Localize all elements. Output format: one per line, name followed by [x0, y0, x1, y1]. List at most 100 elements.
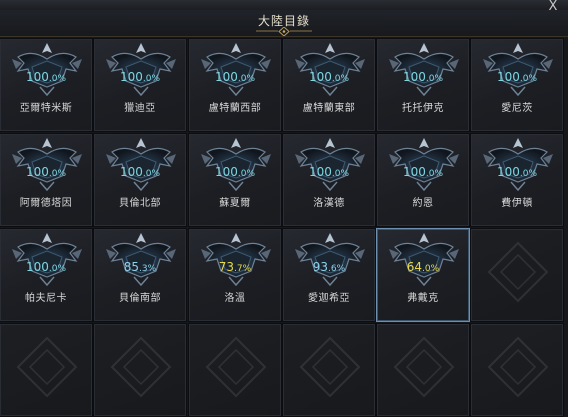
completion-percent: 100.0%: [189, 70, 281, 86]
region-card[interactable]: 93.6% 愛迦希亞: [282, 228, 376, 322]
region-name: 洛漢德: [313, 198, 345, 209]
completion-percent: 85.3%: [94, 260, 186, 276]
region-emblem-icon: [106, 43, 176, 97]
empty-region-slot: [376, 323, 470, 417]
completion-percent-int: 100: [402, 165, 426, 179]
region-card[interactable]: 100.0% 貝倫北部: [93, 133, 187, 227]
locked-emblem-icon: [487, 336, 549, 398]
region-card[interactable]: 100.0% 亞爾特米斯: [0, 38, 93, 132]
region-name: 費伊頓: [501, 198, 533, 209]
region-grid: 100.0% 亞爾特米斯 100.0% 獵迪亞 100.0% 盧特蘭西部 100.0%…: [0, 38, 568, 417]
completion-percent-decimal: .0%: [237, 169, 256, 179]
region-card[interactable]: 85.3% 貝倫南部: [93, 228, 187, 322]
region-name: 盧特蘭西部: [208, 103, 262, 114]
region-card[interactable]: 100.0% 愛尼茨: [470, 38, 564, 132]
region-emblem-icon: [295, 138, 365, 192]
completion-percent-decimal: .0%: [331, 74, 350, 84]
completion-percent-decimal: .0%: [48, 264, 67, 274]
region-card[interactable]: 100.0% 獵迪亞: [93, 38, 187, 132]
region-emblem-icon: [483, 138, 553, 192]
completion-percent-int: 100: [119, 165, 143, 179]
empty-region-slot: [470, 323, 564, 417]
region-emblem-icon: [201, 138, 271, 192]
completion-percent-decimal: .0%: [48, 74, 67, 84]
region-name: 貝倫南部: [119, 293, 161, 304]
region-card[interactable]: 73.7% 洛溫: [188, 228, 282, 322]
locked-emblem-icon: [487, 241, 549, 303]
completion-percent-int: 100: [119, 70, 143, 84]
region-emblem-icon: [201, 233, 271, 287]
completion-percent: 64.0%: [377, 260, 469, 276]
completion-percent-decimal: .0%: [142, 169, 161, 179]
region-emblem-icon: [389, 43, 459, 97]
locked-emblem-icon: [16, 336, 78, 398]
region-emblem-icon: [12, 138, 82, 192]
completion-percent-decimal: .3%: [139, 264, 157, 274]
region-name: 愛尼茨: [501, 103, 533, 114]
completion-percent-int: 100: [496, 70, 520, 84]
region-name: 弗戴克: [407, 293, 439, 304]
completion-percent: 100.0%: [0, 165, 92, 181]
completion-percent-int: 93: [312, 260, 329, 274]
completion-percent-int: 100: [25, 260, 49, 274]
completion-percent: 100.0%: [94, 70, 186, 86]
region-card[interactable]: 100.0% 費伊頓: [470, 133, 564, 227]
completion-percent-decimal: .0%: [237, 74, 256, 84]
empty-region-slot: [188, 323, 282, 417]
region-emblem-icon: [12, 43, 82, 97]
close-button[interactable]: X: [546, 0, 560, 14]
region-emblem-icon: [389, 233, 459, 287]
region-card[interactable]: 100.0% 阿爾德塔因: [0, 133, 93, 227]
completion-percent-decimal: .0%: [331, 169, 350, 179]
completion-percent-int: 100: [308, 70, 332, 84]
completion-percent-int: 85: [123, 260, 140, 274]
region-card[interactable]: 64.0% 弗戴克: [376, 228, 470, 322]
region-name: 獵迪亞: [124, 103, 156, 114]
completion-percent-int: 73: [218, 260, 235, 274]
region-card[interactable]: 100.0% 洛漢德: [282, 133, 376, 227]
region-name: 蘇夏爾: [219, 198, 251, 209]
completion-percent: 100.0%: [0, 260, 92, 276]
completion-percent-int: 100: [25, 70, 49, 84]
completion-percent: 100.0%: [189, 165, 281, 181]
region-emblem-icon: [389, 138, 459, 192]
region-name: 托托伊克: [402, 103, 444, 114]
region-name: 貝倫北部: [119, 198, 161, 209]
region-card[interactable]: 100.0% 約恩: [376, 133, 470, 227]
empty-region-slot: [93, 323, 187, 417]
locked-emblem-icon: [393, 336, 455, 398]
region-name: 約恩: [412, 198, 434, 209]
region-emblem-icon: [295, 233, 365, 287]
completion-percent-int: 100: [214, 165, 238, 179]
region-emblem-icon: [106, 233, 176, 287]
completion-percent-decimal: .0%: [422, 264, 440, 274]
region-card[interactable]: 100.0% 盧特蘭西部: [188, 38, 282, 132]
completion-percent: 93.6%: [283, 260, 375, 276]
completion-percent-int: 100: [402, 70, 426, 84]
completion-percent: 100.0%: [0, 70, 92, 86]
completion-percent: 100.0%: [377, 165, 469, 181]
completion-percent-int: 64: [406, 260, 423, 274]
completion-percent: 100.0%: [283, 165, 375, 181]
completion-percent-int: 100: [308, 165, 332, 179]
title-ornament-icon: [256, 27, 312, 36]
region-card[interactable]: 100.0% 蘇夏爾: [188, 133, 282, 227]
completion-percent: 100.0%: [471, 70, 563, 86]
completion-percent-decimal: .0%: [425, 74, 444, 84]
region-card[interactable]: 100.0% 托托伊克: [376, 38, 470, 132]
completion-percent: 100.0%: [471, 165, 563, 181]
window-titlebar: 大陸目錄: [0, 10, 568, 37]
completion-percent: 100.0%: [377, 70, 469, 86]
region-card[interactable]: 100.0% 盧特蘭東部: [282, 38, 376, 132]
completion-percent: 100.0%: [283, 70, 375, 86]
locked-emblem-icon: [299, 336, 361, 398]
empty-region-slot: [470, 228, 564, 322]
locked-emblem-icon: [110, 336, 172, 398]
empty-region-slot: [282, 323, 376, 417]
completion-percent-decimal: .0%: [519, 169, 538, 179]
region-name: 阿爾德塔因: [19, 198, 73, 209]
region-card[interactable]: 100.0% 帕夫尼卡: [0, 228, 93, 322]
region-name: 洛溫: [224, 293, 246, 304]
region-emblem-icon: [12, 233, 82, 287]
empty-region-slot: [0, 323, 93, 417]
